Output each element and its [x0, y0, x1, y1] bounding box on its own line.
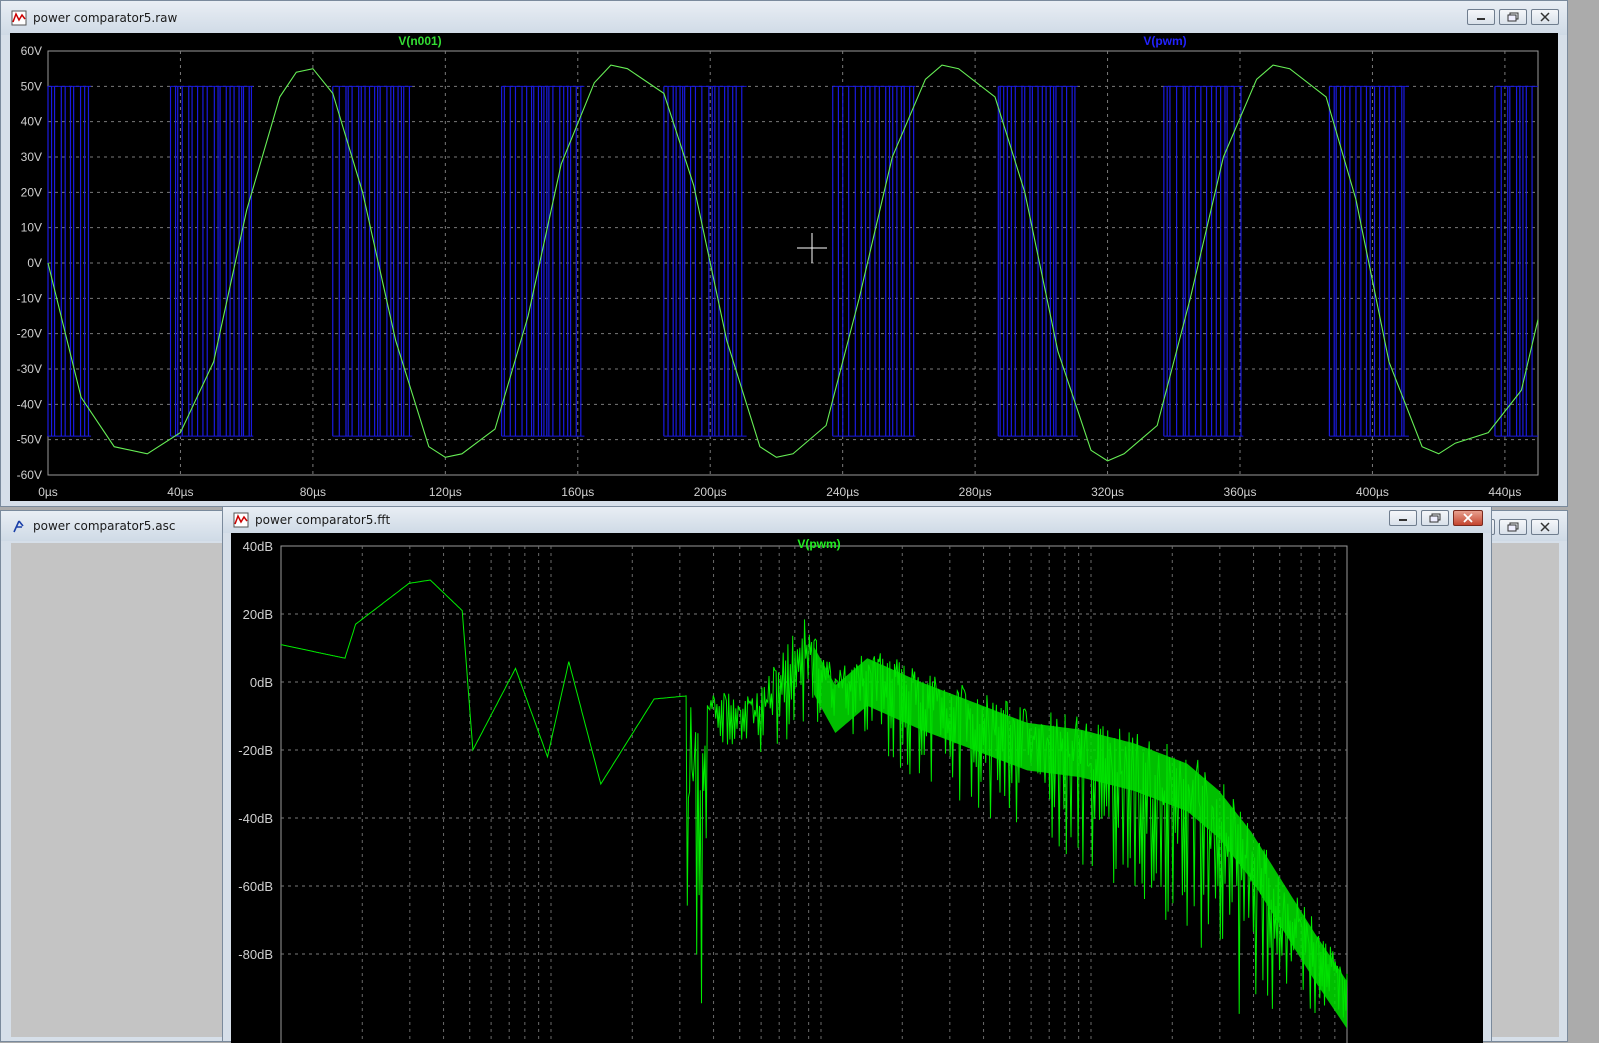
raw-grid — [47, 50, 1539, 476]
fft-trace-label: V(pwm) — [797, 537, 840, 551]
close-button[interactable] — [1531, 519, 1559, 535]
raw-y-tick-label: 30V — [21, 150, 42, 164]
raw-y-tick-label: 0V — [27, 256, 42, 270]
raw-y-tick-label: -10V — [17, 291, 42, 305]
close-icon — [1463, 513, 1473, 523]
raw-y-tick-label: 40V — [21, 115, 42, 129]
restore-icon — [1429, 513, 1441, 523]
fft-y-tick-labels: 40dB 20dB 0dB -20dB -40dB -60dB -80dB — [238, 539, 273, 962]
waveform-icon — [11, 10, 27, 26]
raw-plot-window[interactable]: power comparator5.raw 60V 50V 40V 30V 20V 10V… — [0, 0, 1568, 507]
fft-y-tick-label: -40dB — [238, 811, 273, 826]
trace-label-pwm: V(pwm) — [1143, 34, 1186, 48]
fft-window-title: power comparator5.fft — [255, 513, 391, 527]
raw-y-tick-labels: 60V 50V 40V 30V 20V 10V 0V -10V -20V -30V -40V -50V… — [17, 44, 42, 482]
close-button[interactable] — [1531, 9, 1559, 25]
fft-y-tick-label: -80dB — [238, 947, 273, 962]
pwm-trace — [47, 85, 1538, 437]
raw-y-tick-label: 10V — [21, 221, 42, 235]
raw-y-tick-label: -50V — [17, 433, 42, 447]
raw-x-tick-label: 280µs — [959, 485, 992, 499]
raw-y-tick-label: 60V — [21, 44, 42, 58]
raw-window-controls — [1467, 9, 1559, 25]
schematic-icon — [13, 520, 24, 533]
raw-x-tick-labels: 0µs 40µs 80µs 120µs 160µs 200µs 240µs 280µs 320µ… — [38, 485, 1521, 499]
close-button[interactable] — [1453, 510, 1483, 526]
restore-icon — [1507, 12, 1519, 22]
fft-window-titlebar[interactable]: power comparator5.fft — [223, 507, 1491, 533]
fft-window-controls — [1389, 510, 1483, 526]
maximize-button[interactable] — [1499, 519, 1527, 535]
time-domain-chart: 60V 50V 40V 30V 20V 10V 0V -10V -20V -30V -40V -50V… — [17, 34, 1539, 499]
fft-y-tick-label: -20dB — [238, 743, 273, 758]
raw-window-title: power comparator5.raw — [33, 11, 178, 25]
raw-x-tick-label: 40µs — [167, 485, 193, 499]
close-icon — [1540, 522, 1550, 532]
fft-y-tick-label: -60dB — [238, 879, 273, 894]
raw-y-tick-label: -60V — [17, 468, 42, 482]
minimize-button[interactable] — [1389, 510, 1417, 526]
fft-plot-area[interactable]: 40dB 20dB 0dB -20dB -40dB -60dB -80dB V(pwm) — [231, 533, 1483, 1043]
crosshair-cursor — [797, 233, 827, 263]
raw-y-tick-label: 50V — [21, 79, 42, 93]
raw-y-tick-label: 20V — [21, 185, 42, 199]
asc-window-title: power comparator5.asc — [33, 519, 176, 533]
restore-icon — [1507, 522, 1519, 532]
raw-x-tick-label: 320µs — [1091, 485, 1124, 499]
maximize-button[interactable] — [1421, 510, 1449, 526]
raw-y-tick-label: -30V — [17, 362, 42, 376]
raw-x-tick-label: 80µs — [300, 485, 326, 499]
raw-x-tick-label: 240µs — [826, 485, 859, 499]
waveform-icon — [233, 512, 249, 528]
maximize-button[interactable] — [1499, 9, 1527, 25]
minimize-button[interactable] — [1467, 9, 1495, 25]
fft-y-tick-label: 20dB — [243, 607, 273, 622]
raw-x-tick-label: 120µs — [429, 485, 462, 499]
raw-x-tick-label: 200µs — [694, 485, 727, 499]
trace-label-n001: V(n001) — [398, 34, 441, 48]
raw-x-tick-label: 160µs — [561, 485, 594, 499]
close-icon — [1540, 12, 1550, 22]
raw-window-titlebar[interactable]: power comparator5.raw — [1, 1, 1567, 35]
raw-x-tick-label: 360µs — [1224, 485, 1257, 499]
fft-trace — [280, 579, 1348, 1029]
raw-x-tick-label: 400µs — [1356, 485, 1389, 499]
fft-chart: 40dB 20dB 0dB -20dB -40dB -60dB -80dB V(pwm) — [238, 537, 1348, 1043]
fft-y-tick-label: 40dB — [243, 539, 273, 554]
raw-y-tick-label: -40V — [17, 397, 42, 411]
fft-plot-window[interactable]: power comparator5.fft 40dB 20dB 0dB -20dB -4… — [222, 506, 1492, 1043]
fft-y-tick-label: 0dB — [250, 675, 273, 690]
raw-x-tick-label: 0µs — [38, 485, 58, 499]
minimize-icon — [1399, 519, 1407, 521]
minimize-icon — [1477, 18, 1485, 20]
raw-plot-area[interactable]: 60V 50V 40V 30V 20V 10V 0V -10V -20V -30V -40V -50V… — [10, 33, 1558, 501]
raw-x-tick-label: 440µs — [1488, 485, 1521, 499]
raw-y-tick-label: -20V — [17, 327, 42, 341]
